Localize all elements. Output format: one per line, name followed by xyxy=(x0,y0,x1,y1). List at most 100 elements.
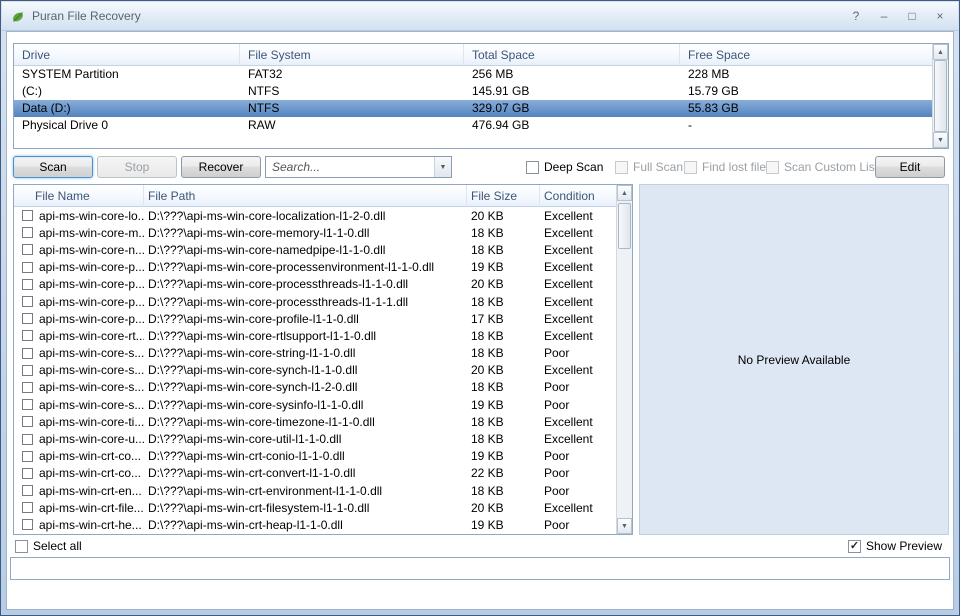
file-row-checkbox[interactable] xyxy=(22,381,33,393)
scrollbar-thumb[interactable] xyxy=(934,60,947,132)
file-cell: 18 KB xyxy=(471,432,504,447)
file-row-checkbox[interactable] xyxy=(22,347,33,359)
drive-row[interactable]: (C:) NTFS 145.91 GB 15.79 GB xyxy=(14,83,932,100)
file-row[interactable]: api-ms-win-core-p... D:\???\api-ms-win-co… xyxy=(14,276,616,293)
file-row[interactable]: api-ms-win-core-m... D:\???\api-ms-win-co… xyxy=(14,224,616,241)
file-cell: 20 KB xyxy=(471,277,504,292)
close-button[interactable]: × xyxy=(930,7,950,25)
file-row-checkbox[interactable] xyxy=(22,278,33,290)
file-cell: Excellent xyxy=(544,500,593,515)
scroll-up-icon[interactable]: ▲ xyxy=(617,185,632,201)
select-all-checkbox[interactable]: Select all xyxy=(15,539,82,553)
file-row-checkbox[interactable] xyxy=(22,261,33,273)
drives-header-free-space[interactable]: Free Space xyxy=(680,44,932,66)
file-cell: 20 KB xyxy=(471,500,504,515)
find-lost-files-checkbox[interactable]: Find lost files xyxy=(684,160,772,174)
drive-row[interactable]: Physical Drive 0 RAW 476.94 GB - xyxy=(14,117,932,134)
checkbox-box[interactable] xyxy=(766,160,779,174)
file-row[interactable]: api-ms-win-core-s... D:\???\api-ms-win-co… xyxy=(14,396,616,413)
search-input[interactable] xyxy=(266,157,434,177)
scrollbar-thumb[interactable] xyxy=(618,203,631,249)
status-input[interactable] xyxy=(10,557,950,580)
scroll-down-icon[interactable]: ▼ xyxy=(617,518,632,534)
file-row[interactable]: api-ms-win-core-lo... D:\???\api-ms-win-c… xyxy=(14,207,616,224)
file-cell: api-ms-win-crt-co... xyxy=(39,466,142,481)
deep-scan-checkbox[interactable]: Deep Scan xyxy=(526,160,603,174)
file-row-checkbox[interactable] xyxy=(22,416,33,428)
drive-row[interactable]: SYSTEM Partition FAT32 256 MB 228 MB xyxy=(14,66,932,83)
scan-button[interactable]: Scan xyxy=(13,156,93,178)
checkbox-box[interactable] xyxy=(526,160,539,174)
scroll-down-icon[interactable]: ▼ xyxy=(933,132,948,148)
scan-custom-list-checkbox[interactable]: Scan Custom List xyxy=(766,160,878,174)
file-row-checkbox[interactable] xyxy=(22,313,33,325)
file-row-checkbox[interactable] xyxy=(22,296,33,308)
file-row[interactable]: api-ms-win-crt-co... D:\???\api-ms-win-cr… xyxy=(14,465,616,482)
checkbox-box[interactable] xyxy=(615,160,628,174)
file-row-checkbox[interactable] xyxy=(22,364,33,376)
file-row-checkbox[interactable] xyxy=(22,467,33,479)
file-row[interactable]: api-ms-win-core-p... D:\???\api-ms-win-co… xyxy=(14,259,616,276)
file-row-checkbox[interactable] xyxy=(22,502,33,514)
file-row[interactable]: api-ms-win-core-s... D:\???\api-ms-win-co… xyxy=(14,345,616,362)
files-header-file-name[interactable]: File Name xyxy=(14,185,144,207)
drives-header-drive[interactable]: Drive xyxy=(14,44,240,66)
file-row-checkbox[interactable] xyxy=(22,450,33,462)
file-row[interactable]: api-ms-win-core-s... D:\???\api-ms-win-co… xyxy=(14,379,616,396)
file-row[interactable]: api-ms-win-core-p... D:\???\api-ms-win-co… xyxy=(14,293,616,310)
files-header-condition[interactable]: Condition xyxy=(540,185,616,207)
drive-cell: FAT32 xyxy=(248,67,283,81)
file-row-checkbox[interactable] xyxy=(22,519,33,531)
file-row[interactable]: api-ms-win-core-p... D:\???\api-ms-win-co… xyxy=(14,310,616,327)
checkbox-box[interactable] xyxy=(684,160,697,174)
files-header-file-size[interactable]: File Size xyxy=(467,185,540,207)
file-row-checkbox[interactable] xyxy=(22,244,33,256)
file-row-checkbox[interactable] xyxy=(22,210,33,222)
file-row-checkbox[interactable] xyxy=(22,485,33,497)
file-cell: api-ms-win-crt-file... xyxy=(39,500,144,515)
recover-button[interactable]: Recover xyxy=(181,156,261,178)
file-cell: api-ms-win-crt-en... xyxy=(39,483,142,498)
files-header-file-path[interactable]: File Path xyxy=(144,185,467,207)
minimize-button[interactable]: – xyxy=(874,7,894,25)
file-cell: api-ms-win-core-p... xyxy=(39,277,144,292)
file-row[interactable]: api-ms-win-core-u... D:\???\api-ms-win-co… xyxy=(14,430,616,447)
file-cell: api-ms-win-core-p... xyxy=(39,311,144,326)
drives-scrollbar[interactable]: ▲ ▼ xyxy=(932,44,948,148)
maximize-button[interactable]: □ xyxy=(902,7,922,25)
file-row[interactable]: api-ms-win-core-ti... D:\???\api-ms-win-c… xyxy=(14,413,616,430)
file-row-checkbox[interactable] xyxy=(22,227,33,239)
drive-row[interactable]: Data (D:) NTFS 329.07 GB 55.83 GB xyxy=(14,100,932,117)
full-scan-checkbox[interactable]: Full Scan xyxy=(615,160,683,174)
file-row[interactable]: api-ms-win-crt-co... D:\???\api-ms-win-cr… xyxy=(14,448,616,465)
checkbox-label: Deep Scan xyxy=(544,160,604,174)
edit-button[interactable]: Edit xyxy=(875,156,945,178)
show-preview-checkbox[interactable]: Show Preview xyxy=(847,539,942,553)
files-scrollbar[interactable]: ▲ ▼ xyxy=(616,185,632,534)
scroll-up-icon[interactable]: ▲ xyxy=(933,44,948,60)
preview-panel: No Preview Available xyxy=(639,184,949,535)
file-cell: 17 KB xyxy=(471,311,504,326)
file-row[interactable]: api-ms-win-core-n... D:\???\api-ms-win-co… xyxy=(14,241,616,258)
help-button[interactable]: ? xyxy=(846,7,866,25)
file-cell: Excellent xyxy=(544,363,593,378)
search-dropdown-button[interactable]: ▼ xyxy=(434,157,451,177)
file-row[interactable]: api-ms-win-crt-he... D:\???\api-ms-win-cr… xyxy=(14,516,616,533)
file-row[interactable]: api-ms-win-core-rt... D:\???\api-ms-win-c… xyxy=(14,327,616,344)
stop-button[interactable]: Stop xyxy=(97,156,177,178)
file-cell: 20 KB xyxy=(471,363,504,378)
checkbox-box[interactable] xyxy=(847,539,861,553)
drives-header-file-system[interactable]: File System xyxy=(240,44,464,66)
file-row[interactable]: api-ms-win-crt-en... D:\???\api-ms-win-cr… xyxy=(14,482,616,499)
checkbox-box[interactable] xyxy=(15,539,28,553)
file-row-checkbox[interactable] xyxy=(22,399,33,411)
app-icon xyxy=(10,8,26,24)
file-row[interactable]: api-ms-win-core-s... D:\???\api-ms-win-co… xyxy=(14,362,616,379)
file-row-checkbox[interactable] xyxy=(22,330,33,342)
file-row[interactable]: api-ms-win-crt-file... D:\???\api-ms-win-… xyxy=(14,499,616,516)
drives-table: Drive File System Total Space Free Space… xyxy=(13,43,949,149)
drives-header-total-space[interactable]: Total Space xyxy=(464,44,680,66)
file-cell: 18 KB xyxy=(471,346,504,361)
file-list: File Name File Path File Size Condition … xyxy=(13,184,633,535)
file-row-checkbox[interactable] xyxy=(22,433,33,445)
